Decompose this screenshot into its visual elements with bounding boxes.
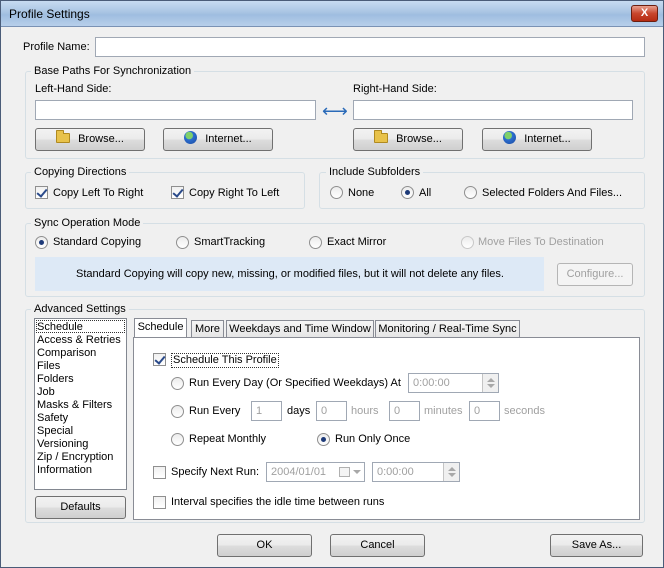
time-spinner-icon[interactable]: [482, 374, 498, 392]
seconds-input[interactable]: 0: [469, 401, 500, 421]
exact-mirror-radio[interactable]: [309, 236, 322, 249]
hours-label: hours: [351, 405, 379, 417]
run-every-label[interactable]: Run Every: [189, 405, 240, 418]
save-as-button[interactable]: Save As...: [550, 534, 643, 557]
subfolders-selected-label[interactable]: Selected Folders And Files...: [482, 187, 622, 200]
days-input[interactable]: 1: [251, 401, 282, 421]
tab-more[interactable]: More: [191, 320, 224, 338]
include-subfolders-title: Include Subfolders: [326, 166, 424, 179]
exact-mirror-label[interactable]: Exact Mirror: [327, 236, 386, 249]
close-button[interactable]: X: [631, 5, 658, 22]
cancel-button[interactable]: Cancel: [330, 534, 425, 557]
specify-next-run-checkbox[interactable]: [153, 466, 166, 479]
move-files-label[interactable]: Move Files To Destination: [478, 236, 604, 249]
profile-name-label: Profile Name:: [23, 41, 90, 53]
move-files-radio[interactable]: [461, 236, 474, 249]
interval-idle-label[interactable]: Interval specifies the idle time between…: [171, 496, 384, 509]
list-item[interactable]: Special: [37, 425, 73, 438]
list-item[interactable]: Folders: [37, 373, 74, 386]
title-bar[interactable]: Profile Settings X: [1, 1, 663, 27]
repeat-monthly-radio[interactable]: [171, 433, 184, 446]
list-item[interactable]: Versioning: [37, 438, 88, 451]
bidirectional-arrow-icon: ⟷: [322, 101, 348, 121]
profile-name-input[interactable]: [95, 37, 645, 57]
run-only-once-radio[interactable]: [317, 433, 330, 446]
copy-left-to-right-checkbox[interactable]: [35, 186, 48, 199]
interval-idle-checkbox[interactable]: [153, 496, 166, 509]
smarttracking-radio[interactable]: [176, 236, 189, 249]
list-item[interactable]: Schedule: [37, 321, 83, 334]
sync-mode-title: Sync Operation Mode: [31, 217, 144, 230]
base-paths-title: Base Paths For Synchronization: [31, 65, 195, 78]
schedule-this-profile-label[interactable]: Schedule This Profile: [171, 353, 279, 368]
calendar-icon: [339, 467, 350, 477]
right-browse-button[interactable]: Browse...: [353, 128, 463, 151]
run-every-day-radio[interactable]: [171, 377, 184, 390]
copying-directions-title: Copying Directions: [31, 166, 130, 179]
every-day-time-input[interactable]: 0:00:00: [408, 373, 499, 393]
globe-icon: [184, 131, 198, 144]
run-every-day-label[interactable]: Run Every Day (Or Specified Weekdays) At: [189, 377, 401, 390]
sync-mode-description-panel: Standard Copying will copy new, missing,…: [35, 257, 544, 291]
right-path-input[interactable]: [353, 100, 633, 120]
smarttracking-label[interactable]: SmartTracking: [194, 236, 265, 249]
advanced-settings-title: Advanced Settings: [31, 303, 129, 316]
seconds-label: seconds: [504, 405, 545, 417]
list-item[interactable]: Comparison: [37, 347, 96, 360]
run-every-radio[interactable]: [171, 405, 184, 418]
subfolders-all-radio[interactable]: [401, 186, 414, 199]
tab-schedule[interactable]: Schedule: [134, 318, 187, 337]
folder-icon: [374, 130, 389, 143]
list-item[interactable]: Information: [37, 464, 92, 477]
minutes-label: minutes: [424, 405, 463, 417]
right-hand-label: Right-Hand Side:: [353, 83, 437, 95]
subfolders-selected-radio[interactable]: [464, 186, 477, 199]
left-internet-button[interactable]: Internet...: [163, 128, 273, 151]
specify-next-run-label[interactable]: Specify Next Run:: [171, 466, 259, 479]
list-item[interactable]: Masks & Filters: [37, 399, 112, 412]
chevron-down-icon: [353, 470, 361, 478]
tab-monitoring-real-time-sync[interactable]: Monitoring / Real-Time Sync: [375, 320, 520, 338]
hours-input[interactable]: 0: [316, 401, 347, 421]
left-browse-button[interactable]: Browse...: [35, 128, 145, 151]
list-item[interactable]: Zip / Encryption: [37, 451, 113, 464]
subfolders-all-label[interactable]: All: [419, 187, 431, 200]
run-only-once-label[interactable]: Run Only Once: [335, 433, 410, 446]
minutes-input[interactable]: 0: [389, 401, 420, 421]
copy-right-to-left-label[interactable]: Copy Right To Left: [189, 187, 279, 200]
standard-copying-label[interactable]: Standard Copying: [53, 236, 141, 249]
configure-button[interactable]: Configure...: [557, 263, 633, 286]
next-run-date-picker[interactable]: 2004/01/01: [266, 462, 365, 482]
left-path-input[interactable]: [35, 100, 316, 120]
standard-copying-radio[interactable]: [35, 236, 48, 249]
list-item[interactable]: Access & Retries: [37, 334, 121, 347]
list-item[interactable]: Files: [37, 360, 60, 373]
right-internet-button[interactable]: Internet...: [482, 128, 592, 151]
sync-mode-description: Standard Copying will copy new, missing,…: [76, 268, 504, 280]
list-item[interactable]: Job: [37, 386, 55, 399]
defaults-button[interactable]: Defaults: [35, 496, 126, 519]
subfolders-none-radio[interactable]: [330, 186, 343, 199]
close-icon: X: [640, 7, 649, 19]
copy-left-to-right-label[interactable]: Copy Left To Right: [53, 187, 143, 200]
copy-right-to-left-checkbox[interactable]: [171, 186, 184, 199]
list-item[interactable]: Safety: [37, 412, 68, 425]
left-hand-label: Left-Hand Side:: [35, 83, 112, 95]
next-run-time-input[interactable]: 0:00:00: [372, 462, 460, 482]
profile-settings-window: Profile Settings X Profile Name: Base Pa…: [0, 0, 664, 568]
window-title: Profile Settings: [9, 7, 90, 21]
globe-icon: [503, 131, 517, 144]
ok-button[interactable]: OK: [217, 534, 312, 557]
days-label: days: [287, 405, 311, 417]
tab-weekdays-time-window[interactable]: Weekdays and Time Window: [226, 320, 374, 338]
subfolders-none-label[interactable]: None: [348, 187, 374, 200]
repeat-monthly-label[interactable]: Repeat Monthly: [189, 433, 266, 446]
folder-icon: [56, 130, 71, 143]
schedule-this-profile-checkbox[interactable]: [153, 353, 166, 366]
time-spinner-icon[interactable]: [443, 463, 459, 481]
